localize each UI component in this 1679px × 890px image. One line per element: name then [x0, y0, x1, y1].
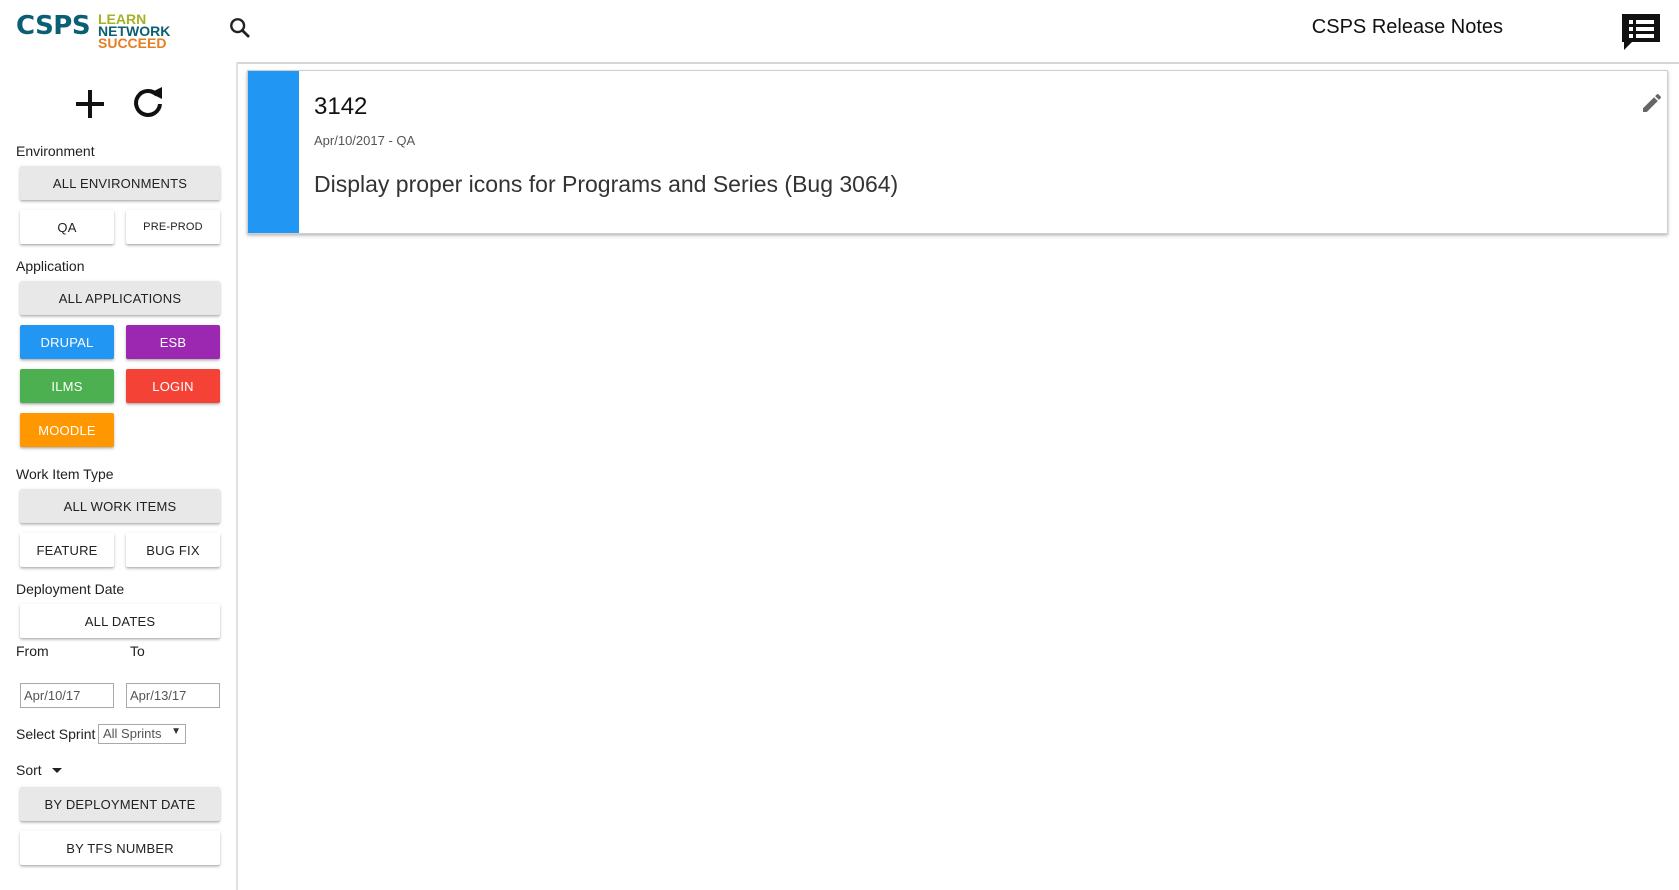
add-icon[interactable]	[70, 84, 110, 124]
drupal-button[interactable]: DRUPAL	[20, 325, 114, 359]
refresh-icon[interactable]	[128, 84, 168, 124]
bug-fix-button[interactable]: BUG FIX	[126, 533, 220, 567]
release-notes-icon[interactable]	[1620, 12, 1662, 52]
sprint-select[interactable]: All Sprints ▼	[98, 724, 186, 744]
sprint-select-value: All Sprints	[103, 726, 162, 741]
card-description: Display proper icons for Programs and Se…	[314, 171, 899, 197]
edit-icon[interactable]	[1640, 91, 1664, 115]
app-title: CSPS Release Notes	[1311, 16, 1503, 38]
header-divider	[238, 62, 1679, 64]
select-sprint-label: Select Sprint	[16, 726, 96, 742]
release-note-card[interactable]: 3142 Apr/10/2017 - QA Display proper ico…	[247, 70, 1668, 234]
logo-main-text: CSPS	[16, 11, 91, 41]
sort-toggle[interactable]: Sort	[16, 762, 64, 778]
ilms-button[interactable]: ILMS	[20, 369, 114, 403]
all-applications-button[interactable]: ALL APPLICATIONS	[20, 281, 220, 315]
from-date-input[interactable]	[20, 683, 114, 708]
card-accent-bar	[248, 71, 299, 233]
caret-down-icon	[51, 768, 62, 773]
all-work-items-button[interactable]: ALL WORK ITEMS	[20, 489, 220, 523]
application-label: Application	[16, 258, 85, 274]
login-button[interactable]: LOGIN	[126, 369, 220, 403]
dropdown-arrow-icon: ▼	[171, 726, 181, 737]
sort-by-tfs-number-button[interactable]: BY TFS NUMBER	[20, 831, 220, 865]
filter-sidebar: Environment ALL ENVIRONMENTS QA PRE-PROD…	[0, 62, 238, 890]
search-icon[interactable]	[226, 14, 254, 42]
to-date-input[interactable]	[126, 683, 220, 708]
logo-tagline: LEARN NETWORK SUCCEED	[98, 12, 170, 51]
to-label: To	[130, 643, 145, 659]
deployment-date-label: Deployment Date	[16, 581, 125, 597]
from-label: From	[16, 643, 49, 659]
card-tfs-number: 3142	[314, 93, 368, 120]
moodle-button[interactable]: MOODLE	[20, 413, 114, 447]
qa-button[interactable]: QA	[20, 210, 114, 244]
card-meta: Apr/10/2017 - QA	[314, 133, 416, 148]
sort-label: Sort	[16, 762, 42, 778]
logo-tagline-succeed: SUCCEED	[98, 35, 167, 51]
sort-by-deployment-date-button[interactable]: BY DEPLOYMENT DATE	[20, 787, 220, 821]
top-bar: CSPS LEARN NETWORK SUCCEED CSPS Release …	[0, 0, 1679, 60]
pre-prod-button[interactable]: PRE-PROD	[126, 210, 220, 244]
all-environments-button[interactable]: ALL ENVIRONMENTS	[20, 166, 220, 200]
feature-button[interactable]: FEATURE	[20, 533, 114, 567]
environment-label: Environment	[16, 143, 95, 159]
esb-button[interactable]: ESB	[126, 325, 220, 359]
all-dates-button[interactable]: ALL DATES	[20, 604, 220, 638]
work-item-type-label: Work Item Type	[16, 466, 114, 482]
